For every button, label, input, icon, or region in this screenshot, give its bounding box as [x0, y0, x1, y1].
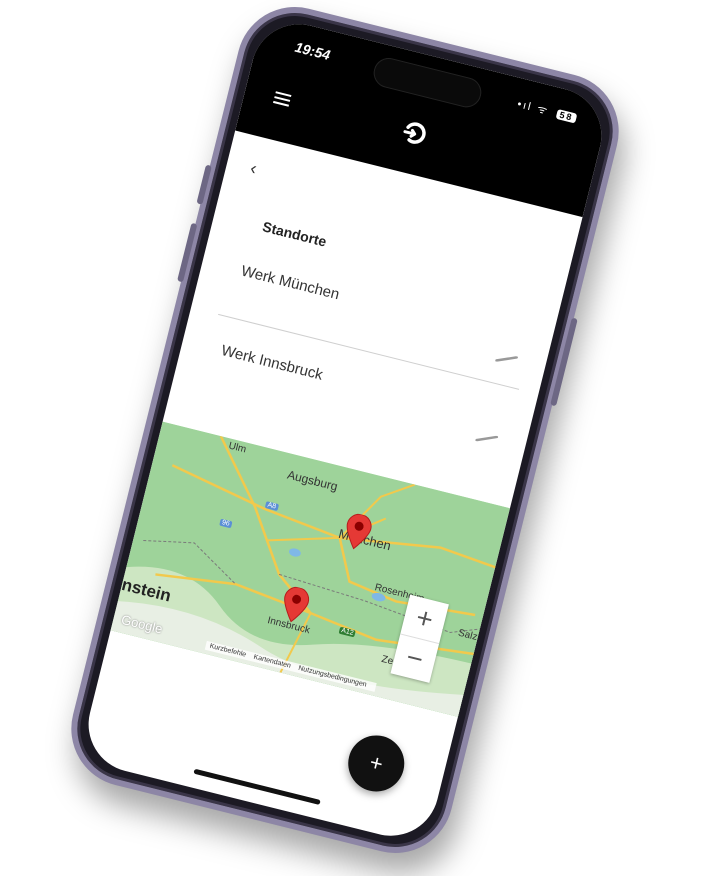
volume-button [196, 164, 212, 205]
pencil-icon[interactable] [474, 428, 500, 451]
volume-button [177, 222, 198, 283]
page-title: Standorte [260, 218, 329, 250]
chevron-left-icon[interactable]: ‹ [248, 158, 259, 180]
map-view[interactable]: Ulm Augsburg München Rosenheim Salzb Inn… [110, 421, 510, 717]
phone-frame: 19:54 •ıl ᯤ 58 ‹ Standorte Werk München [59, 0, 631, 866]
brand-logo-icon[interactable] [398, 117, 431, 153]
location-name: Werk München [239, 262, 342, 304]
hamburger-icon[interactable] [272, 91, 292, 109]
phone-screen: 19:54 •ıl ᯤ 58 ‹ Standorte Werk München [78, 14, 612, 846]
signal-wifi-icon: •ıl ᯤ [515, 98, 551, 118]
power-button [550, 317, 578, 407]
pencil-icon[interactable] [494, 349, 520, 372]
locations-page: ‹ Standorte Werk München Werk Innsbruck [78, 131, 582, 846]
status-icons: •ıl ᯤ 58 [516, 96, 578, 125]
add-location-button[interactable]: + [342, 729, 411, 798]
location-name: Werk Innsbruck [219, 342, 325, 384]
status-time: 19:54 [293, 38, 332, 64]
dynamic-island [370, 54, 485, 111]
battery-icon: 58 [555, 108, 578, 124]
